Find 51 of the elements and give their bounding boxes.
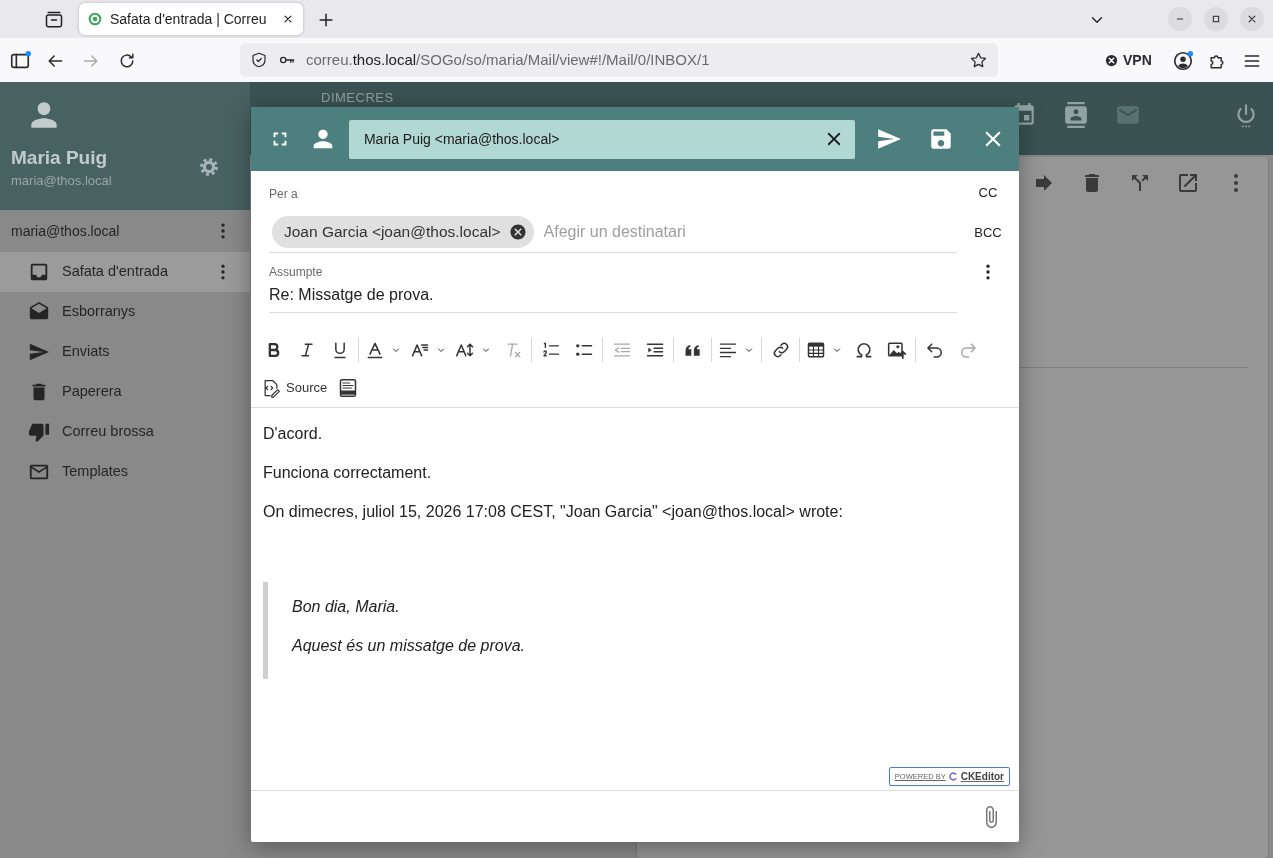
vpn-button[interactable]: VPN — [1104, 49, 1152, 71]
shield-icon[interactable] — [250, 51, 268, 69]
send-icon — [28, 341, 50, 363]
tab-title: Safata d'entrada | Correu — [110, 9, 268, 29]
font-color-icon[interactable] — [365, 340, 385, 360]
account-name[interactable]: maria@thos.local — [11, 220, 120, 242]
open-external-icon[interactable] — [1176, 171, 1200, 195]
send-icon[interactable] — [876, 126, 903, 152]
contacts-icon[interactable] — [1063, 102, 1089, 128]
table-icon[interactable] — [806, 340, 826, 360]
address-bar[interactable]: correu.thos.local/SOGo/so/maria/Mail/view#!/Mail/0/INBOX/1 — [240, 43, 998, 77]
folder-item[interactable]: Correu brossa — [0, 412, 250, 452]
source-button[interactable]: Source — [257, 373, 332, 403]
folder-item[interactable]: Paperera — [0, 372, 250, 412]
to-label: Per a — [269, 187, 298, 201]
body-paragraph: Funciona correctament. — [263, 463, 433, 483]
favicon-icon — [87, 11, 103, 27]
browser-tab[interactable]: Safata d'entrada | Correu — [79, 3, 303, 35]
folder-item[interactable]: Enviats — [0, 332, 250, 372]
user-email: maria@thos.local — [11, 172, 113, 190]
quote-intro: On dimecres, juliol 15, 2026 17:08 CEST, "Joan Garcia" <joan@thos.local> wrote: — [263, 502, 844, 522]
from-field[interactable]: Maria Puig <maria@thos.local> — [348, 119, 856, 159]
undo-icon[interactable] — [924, 340, 945, 360]
url-text[interactable]: correu.thos.local/SOGo/so/maria/Mail/view#!/Mail/0/INBOX/1 — [306, 48, 959, 72]
settings-icon[interactable] — [198, 156, 220, 178]
quoted-paragraph: Bon dia, Maria. — [292, 597, 401, 617]
image-upload-icon[interactable] — [886, 340, 907, 360]
folder-item[interactable]: Esborranys — [0, 292, 250, 332]
account-icon[interactable] — [1171, 49, 1194, 72]
recipient-input[interactable]: Afegir un destinatari — [541, 218, 957, 245]
quoted-paragraph: Aquest és un missatge de prova. — [292, 636, 527, 656]
thumbs-down-icon — [28, 421, 50, 443]
folder-item[interactable]: Templates — [0, 452, 250, 492]
numbered-list-icon[interactable] — [540, 340, 561, 360]
close-circle-icon — [1104, 52, 1119, 68]
html-icon[interactable] — [337, 378, 358, 398]
indent-icon[interactable] — [644, 340, 665, 360]
body-paragraph: D'acord. — [263, 424, 324, 444]
tab-list-icon[interactable] — [44, 9, 64, 30]
cc-button[interactable]: CC — [978, 183, 998, 203]
bcc-button[interactable]: BCC — [974, 222, 1002, 242]
remove-icon[interactable] — [508, 222, 527, 241]
link-icon[interactable] — [770, 340, 791, 360]
bookmark-star-icon[interactable] — [969, 50, 988, 70]
user-name: Maria Puig — [11, 148, 108, 169]
day-label: DIMECRES — [321, 89, 394, 107]
folder-item[interactable]: Safata d'entrada — [0, 252, 250, 292]
recipient-chip[interactable]: Joan Garcia <joan@thos.local> — [272, 215, 534, 248]
subject-field[interactable]: Re: Missatge de prova. — [269, 283, 957, 307]
inbox-icon — [28, 261, 50, 283]
subject-label: Assumpte — [269, 264, 324, 281]
